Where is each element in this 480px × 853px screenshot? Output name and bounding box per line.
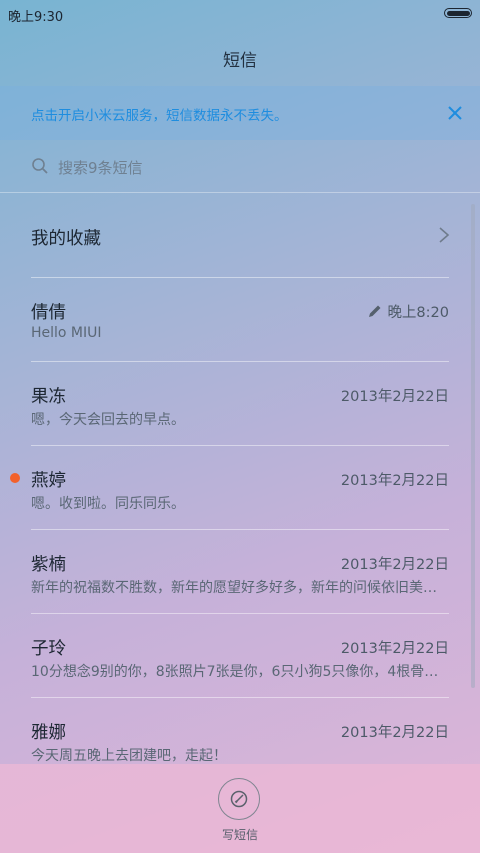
favorites-row[interactable]: 我的收藏 (0, 194, 480, 278)
unread-indicator (10, 473, 20, 483)
battery-level (446, 10, 470, 16)
message-item[interactable]: 倩倩 晚上8:20 Hello MIUI (0, 278, 480, 362)
status-bar: 晚上9:30 (0, 0, 480, 28)
message-item[interactable]: 子玲 2013年2月22日 10分想念9别的你，8张照片7张是你，6只小狗5只像… (0, 614, 480, 698)
contact-name: 子玲 (31, 639, 66, 659)
search-input[interactable]: 搜索9条短信 (58, 157, 143, 178)
message-date: 2013年2月22日 (340, 473, 449, 489)
message-item[interactable]: 紫楠 2013年2月22日 新年的祝福数不胜数，新年的愿望好多好多，新年的问候依… (0, 530, 480, 614)
contact-name: 紫楠 (31, 555, 66, 575)
message-list: 倩倩 晚上8:20 Hello MIUI 果冻 2013年2月22日 嗯，今天会… (0, 278, 480, 764)
message-preview: 新年的祝福数不胜数，新年的愿望好多好多，新年的问候依旧美… (31, 580, 437, 596)
message-preview: 嗯。收到啦。同乐同乐。 (31, 496, 185, 512)
contact-name: 燕婷 (31, 471, 66, 491)
message-preview: 10分想念9别的你，8张照片7张是你，6只小狗5只像你，4根骨… (31, 664, 439, 680)
status-time: 晚上9:30 (8, 10, 64, 25)
search-bar[interactable]: 搜索9条短信 (0, 140, 480, 193)
message-date: 2013年2月22日 (340, 389, 449, 405)
message-date: 2013年2月22日 (340, 641, 449, 657)
message-preview: 今天周五晚上去团建吧，走起！ (31, 748, 227, 764)
message-date: 2013年2月22日 (340, 557, 449, 573)
banner-text[interactable]: 点击开启小米云服务，短信数据永不丢失。 (31, 104, 288, 124)
compose-label: 写短信 (221, 828, 258, 842)
search-icon (32, 158, 48, 174)
favorites-label: 我的收藏 (31, 229, 101, 249)
title-bar: 短信 (0, 28, 480, 86)
message-item[interactable]: 燕婷 2013年2月22日 嗯。收到啦。同乐同乐。 (0, 446, 480, 530)
message-preview: 嗯，今天会回去的早点。 (31, 412, 185, 428)
cloud-service-banner[interactable]: 点击开启小米云服务，短信数据永不丢失。 (0, 86, 480, 140)
scrollbar[interactable] (471, 204, 475, 688)
message-date: 晚上8:20 (387, 305, 449, 321)
contact-name: 果冻 (31, 387, 66, 407)
pencil-icon (369, 305, 381, 317)
chevron-right-icon (439, 227, 450, 243)
close-icon[interactable] (444, 102, 466, 124)
compose-button[interactable] (218, 778, 260, 820)
contact-name: 倩倩 (31, 303, 66, 323)
message-preview: Hello MIUI (31, 325, 102, 341)
bottom-bar: 写短信 (0, 764, 480, 853)
contact-name: 雅娜 (31, 723, 66, 743)
battery-icon (444, 8, 472, 18)
compose-icon (230, 790, 248, 808)
message-item[interactable]: 果冻 2013年2月22日 嗯，今天会回去的早点。 (0, 362, 480, 446)
message-date: 2013年2月22日 (340, 725, 449, 741)
message-item[interactable]: 雅娜 2013年2月22日 今天周五晚上去团建吧，走起！ (0, 698, 480, 764)
page-title: 短信 (223, 51, 257, 71)
